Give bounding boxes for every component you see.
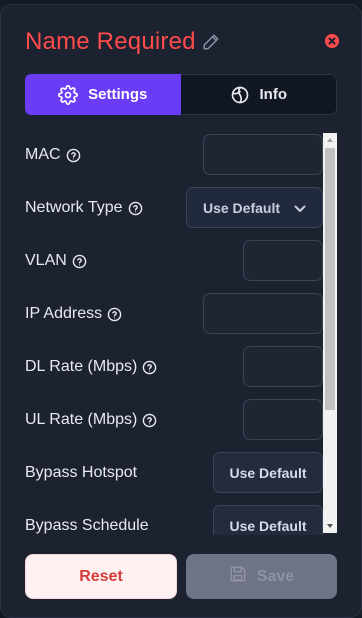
network-type-label: Network Type <box>25 199 123 216</box>
field-label: Bypass Schedule <box>25 517 149 535</box>
bypass-hotspot-value: Use Default <box>229 464 307 481</box>
reset-button[interactable]: Reset <box>25 554 177 599</box>
field-label: IP Address <box>25 305 122 323</box>
field-label: DL Rate (Mbps) <box>25 358 157 376</box>
help-icon[interactable] <box>142 413 157 428</box>
help-icon[interactable] <box>107 307 122 322</box>
dl-rate-label: DL Rate (Mbps) <box>25 358 138 375</box>
ul-rate-field[interactable] <box>243 399 323 440</box>
network-type-select[interactable]: Use Default <box>186 187 323 228</box>
form-row-vlan: VLAN <box>25 240 323 282</box>
form-row-bypass-hotspot: Bypass Hotspot Use Default <box>25 452 323 494</box>
tab-settings-label: Settings <box>88 86 148 103</box>
gear-icon <box>58 84 79 105</box>
form-row-bypass-schedule: Bypass Schedule Use Default <box>25 505 323 535</box>
close-icon[interactable] <box>325 34 339 48</box>
tab-settings[interactable]: Settings <box>25 74 181 115</box>
bypass-hotspot-button[interactable]: Use Default <box>213 452 323 493</box>
help-icon[interactable] <box>72 254 87 269</box>
bypass-hotspot-label: Bypass Hotspot <box>25 464 138 481</box>
ip-address-field[interactable] <box>203 293 323 334</box>
tab-info-label: Info <box>259 86 288 103</box>
mac-field[interactable] <box>203 134 323 175</box>
field-label: Network Type <box>25 199 143 217</box>
bypass-schedule-button[interactable]: Use Default <box>213 505 323 535</box>
field-label: VLAN <box>25 252 87 270</box>
help-icon[interactable] <box>128 201 143 216</box>
page-title: Name Required <box>25 28 196 55</box>
form-row-mac: MAC <box>25 134 323 176</box>
form-row-dl-rate: DL Rate (Mbps) <box>25 346 323 388</box>
panel-header: Name Required <box>25 25 220 59</box>
device-settings-panel: Name Required Settings Info MAC Network … <box>0 4 362 618</box>
pencil-edit-icon[interactable] <box>202 33 220 51</box>
help-icon[interactable] <box>142 360 157 375</box>
background-text-fragment <box>44 0 124 2</box>
scroll-down-arrow-icon[interactable] <box>323 519 337 533</box>
panel-footer: Reset Save <box>25 554 337 599</box>
save-button[interactable]: Save <box>186 554 337 599</box>
mac-label: MAC <box>25 146 61 163</box>
field-label: Bypass Hotspot <box>25 464 137 482</box>
scrollbar-thumb[interactable] <box>325 148 335 410</box>
field-label: MAC <box>25 146 81 164</box>
tab-bar: Settings Info <box>25 74 337 115</box>
vlan-field[interactable] <box>243 240 323 281</box>
globe-icon <box>230 85 250 105</box>
dl-rate-field[interactable] <box>243 346 323 387</box>
save-button-label: Save <box>256 567 295 585</box>
bypass-schedule-value: Use Default <box>229 517 307 534</box>
ul-rate-label: UL Rate (Mbps) <box>25 411 138 428</box>
help-icon[interactable] <box>66 148 81 163</box>
tab-info[interactable]: Info <box>180 74 337 115</box>
form-row-ul-rate: UL Rate (Mbps) <box>25 399 323 441</box>
floppy-disk-icon <box>229 565 247 588</box>
network-type-value: Use Default <box>202 199 281 216</box>
scroll-up-arrow-icon[interactable] <box>323 133 337 147</box>
settings-form: MAC Network Type Use Default VLAN IP Add… <box>25 129 323 535</box>
scrollbar[interactable] <box>323 133 337 533</box>
bypass-schedule-label: Bypass Schedule <box>25 517 149 534</box>
vlan-label: VLAN <box>25 252 67 269</box>
reset-button-label: Reset <box>79 567 123 585</box>
form-row-network-type: Network Type Use Default <box>25 187 323 229</box>
chevron-down-icon <box>294 200 306 216</box>
form-row-ip-address: IP Address <box>25 293 323 335</box>
field-label: UL Rate (Mbps) <box>25 411 157 429</box>
ip-address-label: IP Address <box>25 305 103 322</box>
